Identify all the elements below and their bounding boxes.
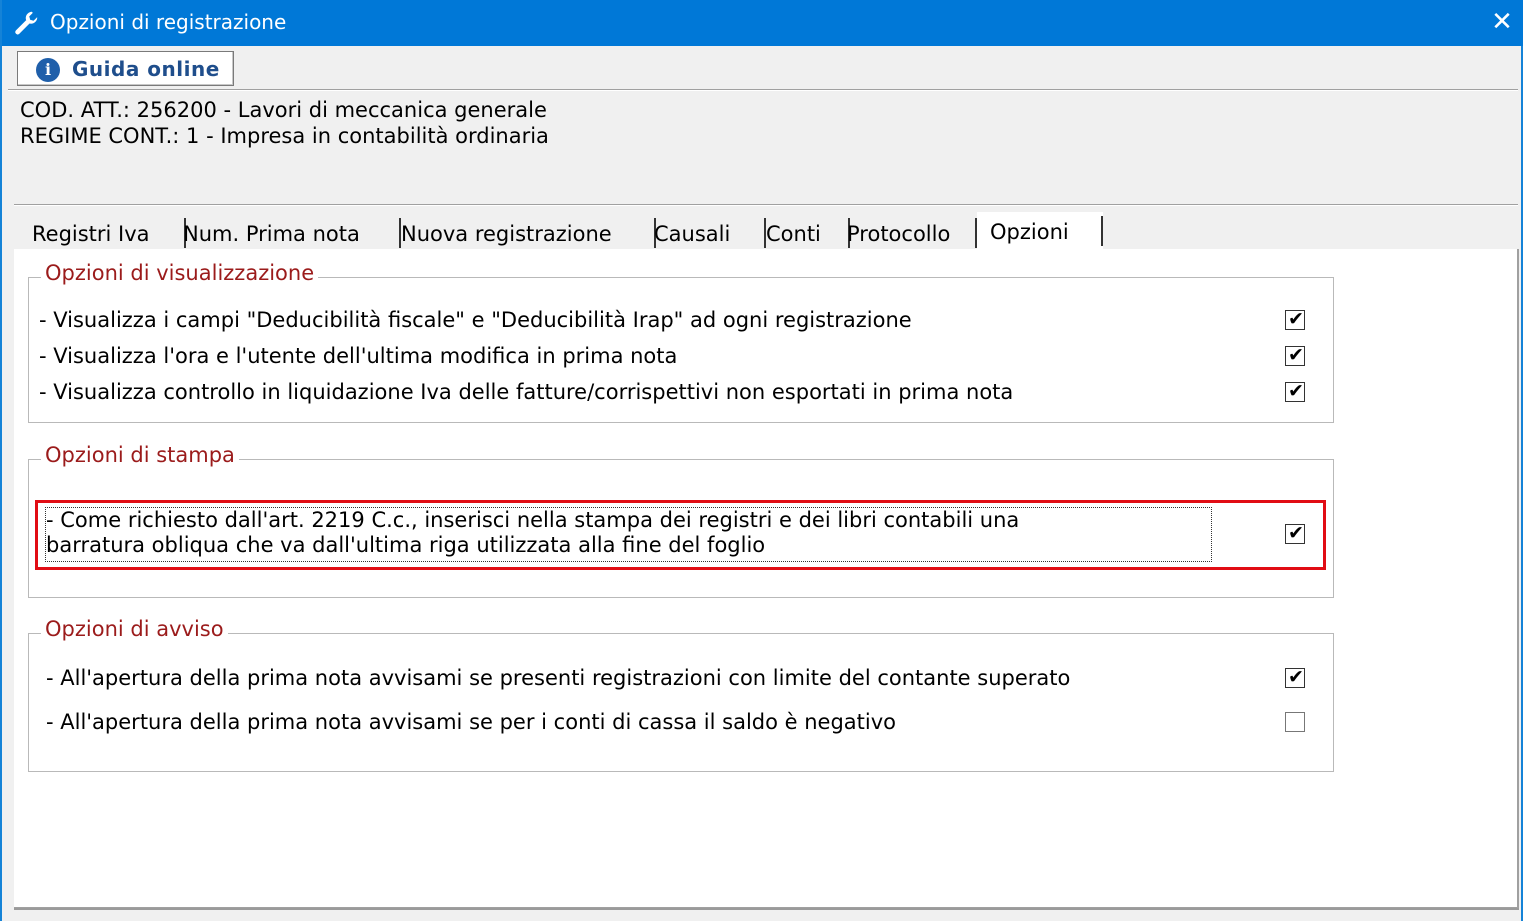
print-options-title: Opzioni di stampa <box>41 443 239 467</box>
check-icon: ✔ <box>1288 380 1304 402</box>
check-icon: ✔ <box>1288 308 1304 330</box>
help-online-label: Guida online <box>72 57 220 81</box>
option-oblique-strike-line2: barratura obliqua che va dall'ultima rig… <box>46 533 766 557</box>
option-oblique-strike-print: - Come richiesto dall'art. 2219 C.c., in… <box>45 507 1212 562</box>
tab-protocollo[interactable]: Protocollo <box>847 214 977 250</box>
window-title: Opzioni di registrazione <box>50 10 287 34</box>
alert-options-title: Opzioni di avviso <box>41 617 228 641</box>
checkbox-show-last-edit-user[interactable]: ✔ <box>1285 344 1305 366</box>
option-show-last-edit-user: - Visualizza l'ora e l'utente dell'ultim… <box>39 344 678 368</box>
alert-options-group: Opzioni di avviso <box>28 617 1334 772</box>
info-icon: i <box>36 58 60 82</box>
divider <box>14 204 1518 206</box>
title-bar[interactable]: Opzioni di registrazione ✕ <box>2 0 1523 46</box>
tab-registri-iva[interactable]: Registri Iva <box>32 214 186 250</box>
check-icon: ✔ <box>1288 666 1304 688</box>
check-icon: ✔ <box>1288 344 1304 366</box>
checkbox-oblique-strike-print[interactable]: ✔ <box>1285 522 1305 544</box>
divider <box>14 908 1519 910</box>
tab-opzioni[interactable]: Opzioni <box>977 212 1103 250</box>
checkbox-alert-cash-limit[interactable]: ✔ <box>1285 666 1305 688</box>
close-icon[interactable]: ✕ <box>1479 0 1523 46</box>
display-options-title: Opzioni di visualizzazione <box>41 261 319 285</box>
help-online-button[interactable]: i Guida online <box>17 51 234 86</box>
wrench-icon <box>15 11 38 35</box>
option-oblique-strike-line1: - Come richiesto dall'art. 2219 C.c., in… <box>46 508 1020 532</box>
option-show-deductibility-fields: - Visualizza i campi "Deducibilità fisca… <box>39 308 912 332</box>
accounting-regime-text: REGIME CONT.: 1 - Impresa in contabilità… <box>20 124 549 148</box>
tab-causali[interactable]: Causali <box>654 214 766 250</box>
divider <box>8 89 1518 91</box>
checkbox-show-deductibility-fields[interactable]: ✔ <box>1285 308 1305 330</box>
option-alert-cash-limit: - All'apertura della prima nota avvisami… <box>46 666 1071 690</box>
option-show-vat-liquidation-check: - Visualizza controllo in liquidazione I… <box>39 380 1014 404</box>
tab-conti[interactable]: Conti <box>766 214 850 250</box>
tab-nuova-registrazione[interactable]: Nuova registrazione <box>401 214 656 250</box>
tab-num-prima-nota[interactable]: Num. Prima nota <box>183 214 401 250</box>
option-alert-negative-cash-balance: - All'apertura della prima nota avvisami… <box>46 710 897 734</box>
checkbox-alert-negative-cash-balance[interactable] <box>1285 712 1305 732</box>
checkbox-show-vat-liquidation-check[interactable]: ✔ <box>1285 380 1305 402</box>
check-icon: ✔ <box>1288 522 1304 544</box>
options-window: Opzioni di registrazione ✕ i Guida onlin… <box>0 0 1523 921</box>
activity-code-text: COD. ATT.: 256200 - Lavori di meccanica … <box>20 98 547 122</box>
